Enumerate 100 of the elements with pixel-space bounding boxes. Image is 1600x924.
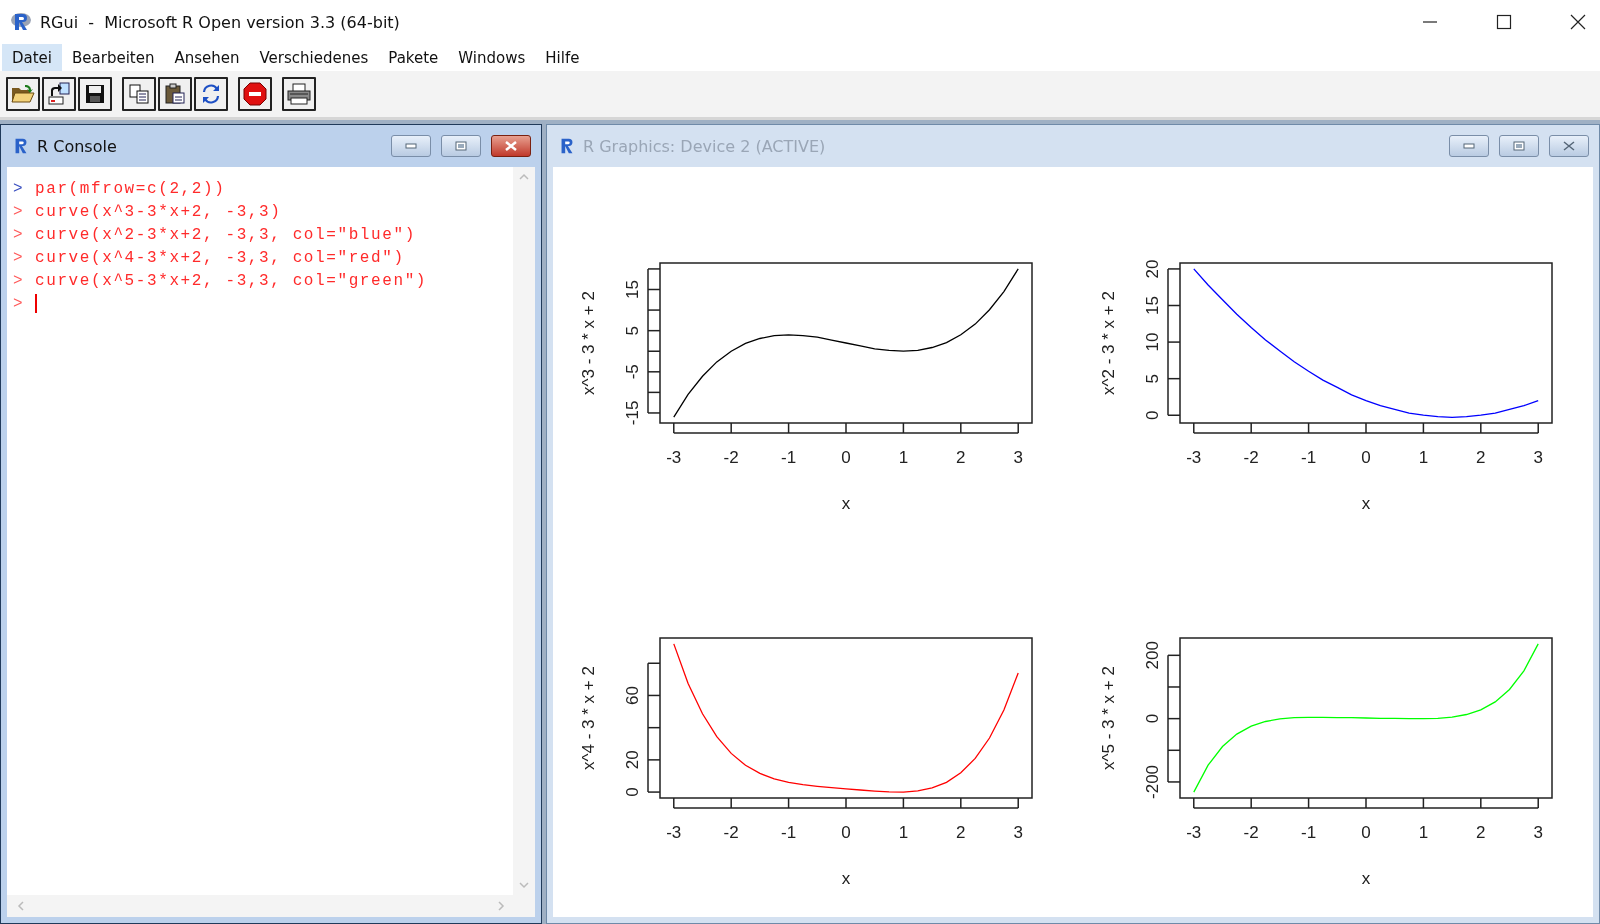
- x-tick-label: -2: [1243, 823, 1259, 842]
- x-tick-label: 1: [898, 823, 908, 842]
- minimize-icon: [405, 143, 417, 149]
- y-axis-label: x^5 - 3 * x + 2: [1098, 666, 1118, 770]
- x-tick-label: -1: [780, 448, 796, 467]
- x-tick-label: 3: [1533, 823, 1543, 842]
- restore-button[interactable]: [441, 135, 481, 157]
- menu-item[interactable]: Pakete: [378, 44, 449, 71]
- prompt-symbol: >: [13, 248, 24, 267]
- x-tick-label: 0: [840, 823, 851, 842]
- restore-icon: [455, 141, 467, 151]
- x-tick-label: 1: [1418, 823, 1428, 842]
- menu-item[interactable]: Datei: [2, 44, 63, 71]
- x-tick-label: 3: [1013, 448, 1023, 467]
- graphics-title: R Graphics: Device 2 (ACTIVE): [583, 136, 826, 156]
- x-tick-label: -3: [1185, 448, 1201, 467]
- console-command: curve(x^4-3*x+2, -3,3, col="red"): [35, 248, 405, 267]
- menu-item[interactable]: Windows: [448, 44, 536, 71]
- x-tick-label: -1: [1300, 823, 1316, 842]
- console-command: par(mfrow=c(2,2)): [35, 179, 226, 198]
- close-icon: [505, 141, 517, 151]
- console-command: curve(x^5-3*x+2, -3,3, col="green"): [35, 271, 428, 290]
- prompt-symbol: >: [13, 294, 24, 313]
- menu-item[interactable]: Hilfe: [535, 44, 590, 71]
- x-tick-label: 1: [1418, 448, 1428, 467]
- minimize-icon: [1463, 143, 1475, 149]
- toolbar-button[interactable]: [122, 77, 156, 111]
- y-tick-label: 0: [1142, 410, 1162, 420]
- menu-item[interactable]: Ansehen: [164, 44, 250, 71]
- x-tick-label: -3: [665, 448, 681, 467]
- x-tick-label: -2: [723, 448, 739, 467]
- menu-item[interactable]: Bearbeiten: [62, 44, 165, 71]
- x-axis-label: x: [841, 494, 850, 513]
- toolbar-button[interactable]: [194, 77, 228, 111]
- text-cursor: [35, 294, 37, 313]
- maximize-icon[interactable]: [1496, 14, 1512, 30]
- r-logo-icon: [10, 11, 32, 33]
- x-axis-label: x: [1361, 494, 1370, 513]
- console-command: curve(x^2-3*x+2, -3,3, col="blue"): [35, 225, 416, 244]
- y-axis-label: x^4 - 3 * x + 2: [578, 666, 598, 770]
- toolbar-button[interactable]: [238, 77, 272, 111]
- copy-icon: [128, 83, 150, 105]
- close-icon[interactable]: [1570, 14, 1586, 30]
- x-tick-label: 3: [1013, 823, 1023, 842]
- y-tick-label: 200: [1142, 641, 1162, 670]
- y-tick-label: -200: [1142, 764, 1162, 799]
- x-tick-label: 2: [955, 823, 966, 842]
- x-tick-label: 0: [1360, 823, 1371, 842]
- toolbar-button[interactable]: [78, 77, 112, 111]
- x-axis-label: x: [841, 869, 850, 888]
- clipboard-icon: [164, 83, 186, 105]
- y-tick-label: 20: [1142, 259, 1162, 279]
- y-tick-label: 10: [1142, 332, 1162, 352]
- x-tick-label: -1: [780, 823, 796, 842]
- y-tick-label: 5: [622, 325, 642, 336]
- console-command: curve(x^3-3*x+2, -3,3): [35, 202, 282, 221]
- x-tick-label: -2: [723, 823, 739, 842]
- window-title: RGui - Microsoft R Open version 3.3 (64-bit): [40, 12, 400, 32]
- arrow-document-icon: [47, 82, 71, 106]
- toolbar-button[interactable]: [6, 77, 40, 111]
- prompt-symbol: >: [13, 202, 24, 221]
- save-icon: [84, 83, 106, 105]
- x-tick-label: 3: [1533, 448, 1543, 467]
- y-tick-label: 5: [1142, 373, 1162, 384]
- y-tick-label: 60: [622, 686, 642, 705]
- y-tick-label: 0: [622, 787, 642, 797]
- console-title: R Console: [37, 136, 117, 156]
- x-tick-label: 0: [840, 448, 851, 467]
- y-tick-label: 15: [622, 280, 642, 299]
- close-icon: [1563, 141, 1575, 151]
- restore-icon: [1513, 141, 1525, 151]
- toolbar-button[interactable]: [158, 77, 192, 111]
- x-tick-label: -2: [1243, 448, 1259, 467]
- y-tick-label: -15: [622, 400, 642, 426]
- stop-icon: [243, 82, 267, 106]
- x-tick-label: -3: [1185, 823, 1201, 842]
- prompt-symbol: >: [13, 225, 24, 244]
- y-axis-label: x^3 - 3 * x + 2: [578, 291, 598, 395]
- minimize-button[interactable]: [391, 135, 431, 157]
- prompt-symbol: >: [13, 179, 24, 198]
- toolbar-button[interactable]: [282, 77, 316, 111]
- y-tick-label: 20: [622, 750, 642, 770]
- x-tick-label: 2: [1475, 823, 1486, 842]
- x-tick-label: 2: [1475, 448, 1486, 467]
- printer-icon: [287, 83, 311, 105]
- toolbar-button[interactable]: [42, 77, 76, 111]
- x-tick-label: 0: [1360, 448, 1371, 467]
- minimize-button[interactable]: [1449, 135, 1489, 157]
- prompt-symbol: >: [13, 271, 24, 290]
- menu-item[interactable]: Verschiedenes: [249, 44, 379, 71]
- x-tick-label: -1: [1300, 448, 1316, 467]
- close-button[interactable]: [491, 135, 531, 157]
- y-tick-label: -5: [622, 364, 642, 380]
- x-tick-label: 2: [955, 448, 966, 467]
- y-axis-label: x^2 - 3 * x + 2: [1098, 291, 1118, 395]
- y-tick-label: 0: [1142, 713, 1162, 724]
- restore-button[interactable]: [1499, 135, 1539, 157]
- x-tick-label: -3: [665, 823, 681, 842]
- x-axis-label: x: [1361, 869, 1370, 888]
- y-tick-label: 15: [1142, 296, 1162, 315]
